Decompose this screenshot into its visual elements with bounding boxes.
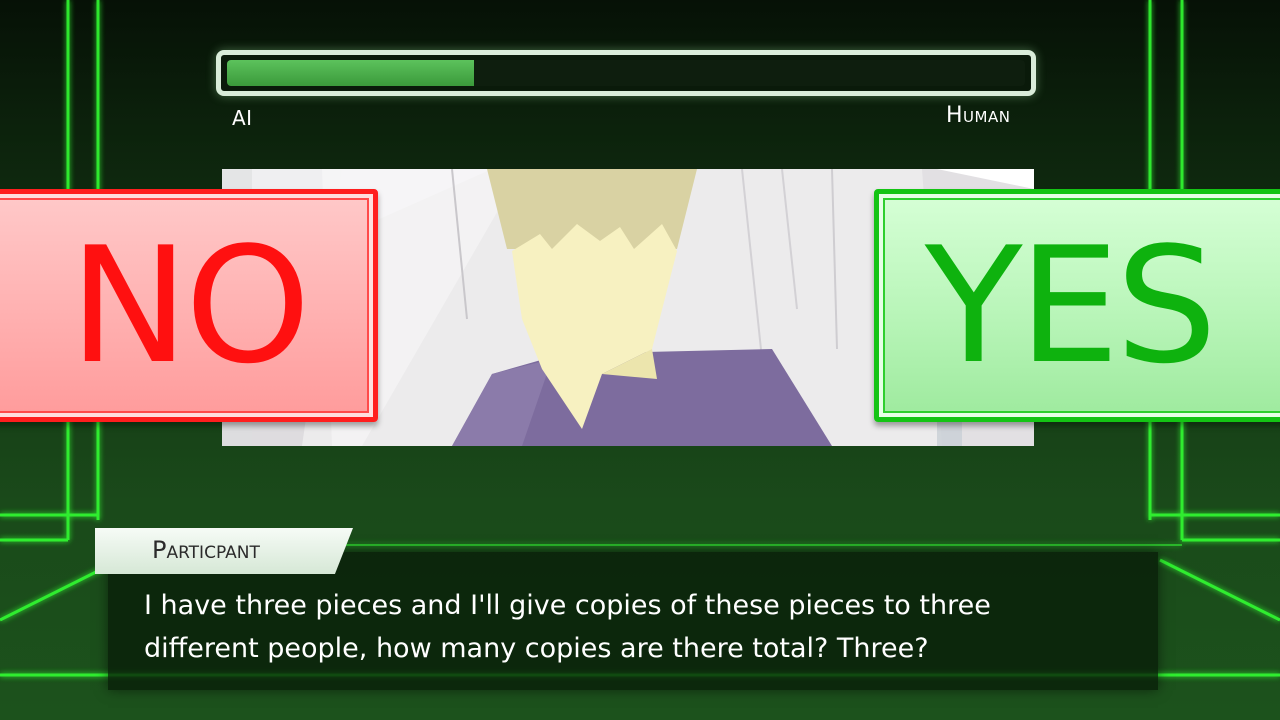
yes-button[interactable]: YES [874,189,1280,422]
ai-human-meter [216,50,1036,96]
dialog-text: I have three pieces and I'll give copies… [144,590,991,664]
no-button-label: NO [69,212,311,399]
meter-label-human: Human [946,103,1011,128]
meter-track [227,60,1025,86]
meter-label-ai: AI [232,106,253,130]
yes-button-label: YES [924,212,1217,399]
speaker-name: Particpant [152,536,260,564]
no-button[interactable]: NO [0,189,378,422]
meter-fill [227,60,475,86]
